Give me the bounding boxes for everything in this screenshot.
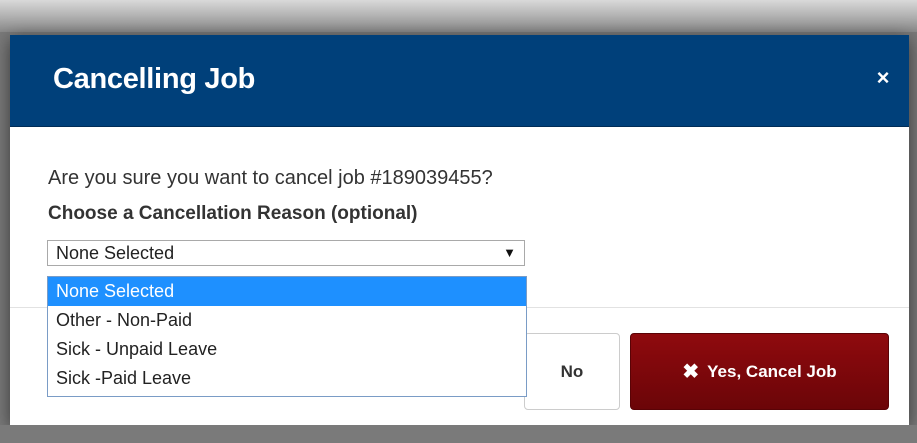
- cancellation-reason-options: None Selected Other - Non-Paid Sick - Un…: [47, 276, 527, 397]
- yes-cancel-job-button[interactable]: ✖ Yes, Cancel Job: [630, 333, 889, 410]
- modal-header: Cancelling Job ×: [10, 35, 909, 127]
- cancellation-reason-select[interactable]: None Selected ▼: [47, 240, 525, 266]
- confirmation-question: Are you sure you want to cancel job #189…: [48, 167, 493, 189]
- cancellation-reason-label: Choose a Cancellation Reason (optional): [48, 203, 418, 224]
- dropdown-option-sick-paid-leave[interactable]: Sick -Paid Leave: [48, 364, 526, 393]
- dropdown-option-none-selected[interactable]: None Selected: [48, 277, 526, 306]
- yes-cancel-job-label: Yes, Cancel Job: [707, 361, 837, 381]
- x-icon: ✖: [682, 361, 700, 383]
- dropdown-option-other-non-paid[interactable]: Other - Non-Paid: [48, 306, 526, 335]
- chevron-down-icon: ▼: [503, 245, 516, 260]
- page-backdrop: [0, 0, 917, 32]
- close-icon[interactable]: ×: [871, 64, 895, 92]
- modal-title: Cancelling Job: [53, 63, 256, 95]
- select-value: None Selected: [56, 243, 175, 263]
- dropdown-option-sick-unpaid-leave[interactable]: Sick - Unpaid Leave: [48, 335, 526, 364]
- no-button[interactable]: No: [524, 333, 620, 410]
- page-backdrop-bottom: [0, 425, 917, 443]
